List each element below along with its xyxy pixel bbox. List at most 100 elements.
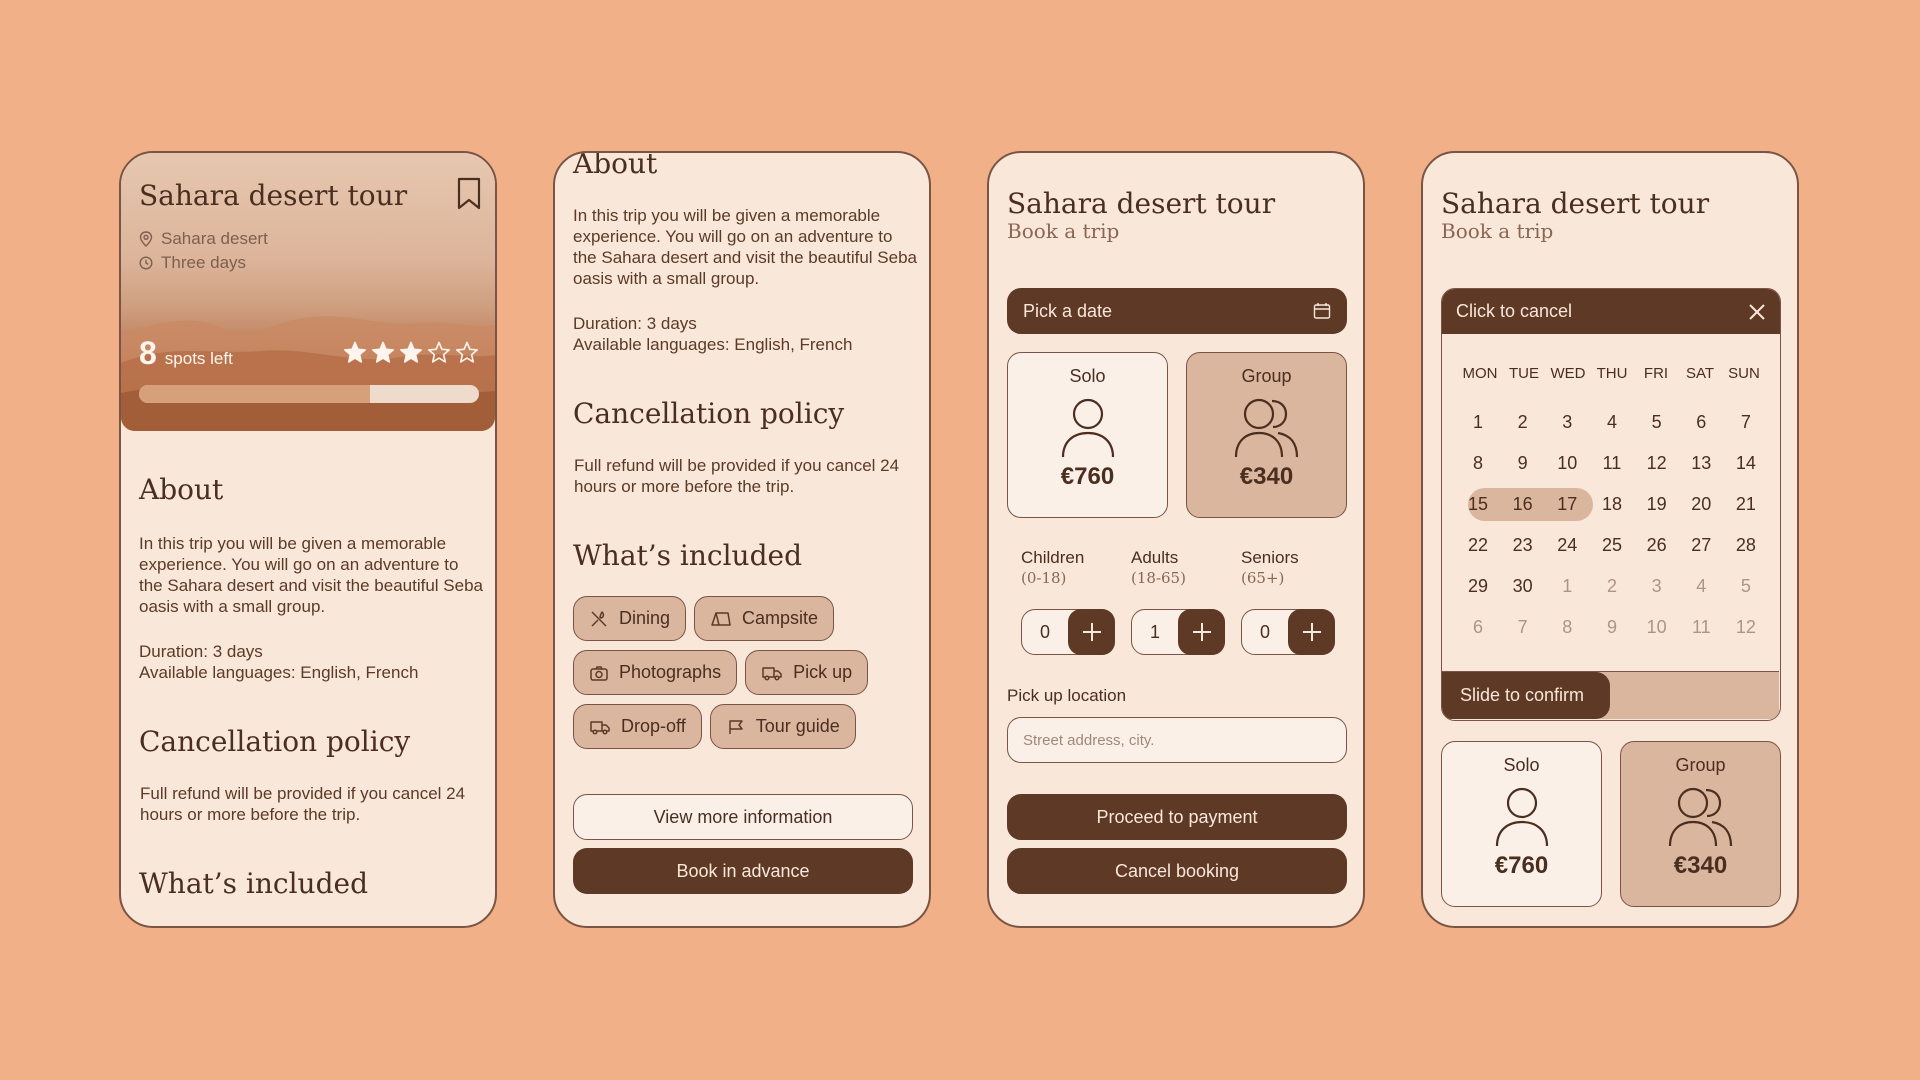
calendar-day-outside[interactable]: 2: [1592, 576, 1632, 597]
adults-stepper[interactable]: 1: [1131, 609, 1225, 655]
chip-photographs[interactable]: Photographs: [573, 650, 738, 695]
calendar-day[interactable]: 17: [1547, 494, 1587, 515]
calendar-day[interactable]: 18: [1592, 494, 1632, 515]
chip-dining[interactable]: Dining: [573, 596, 687, 641]
chip-pick-up[interactable]: Pick up: [745, 650, 869, 695]
slide-knob[interactable]: Slide to confirm: [1442, 672, 1610, 719]
slide-to-confirm[interactable]: Slide to confirm: [1442, 671, 1779, 719]
children-stepper[interactable]: 0: [1021, 609, 1115, 655]
pick-date-button[interactable]: Pick a date: [1007, 288, 1347, 334]
tour-info-screen: About In this trip you will be given a m…: [553, 151, 931, 928]
calendar-day[interactable]: 27: [1681, 535, 1721, 556]
close-icon[interactable]: [1748, 303, 1766, 321]
calendar-day[interactable]: 1: [1458, 412, 1498, 433]
date-picker: Click to cancel MON TUE WED THU FRI SAT …: [1441, 288, 1781, 721]
calendar-day[interactable]: 25: [1592, 535, 1632, 556]
chip-label: Photographs: [619, 662, 722, 682]
calendar-day[interactable]: 5: [1637, 412, 1677, 433]
calendar-week: 29 30 1 2 3 4 5: [1458, 566, 1766, 607]
calendar-day-outside[interactable]: 1: [1547, 576, 1587, 597]
calendar-day[interactable]: 20: [1681, 494, 1721, 515]
calendar-day[interactable]: 6: [1681, 412, 1721, 433]
plus-icon[interactable]: [1068, 609, 1115, 655]
star-filled-icon: [400, 341, 422, 363]
spots-progress-bar: [139, 385, 479, 403]
cancellation-text: Full refund will be provided if you canc…: [574, 456, 900, 496]
calendar-day[interactable]: 3: [1547, 412, 1587, 433]
calendar-day[interactable]: 29: [1458, 576, 1498, 597]
calendar-day[interactable]: 9: [1503, 453, 1543, 474]
pick-date-label: Pick a date: [1023, 300, 1113, 321]
solo-option[interactable]: Solo €760: [1007, 352, 1168, 518]
calendar-day-outside[interactable]: 11: [1681, 617, 1721, 638]
calendar-week: 6 7 8 9 10 11 12: [1458, 607, 1766, 648]
calendar-day-outside[interactable]: 12: [1726, 617, 1766, 638]
solo-option[interactable]: Solo €760: [1441, 741, 1602, 907]
calendar-day-outside[interactable]: 4: [1681, 576, 1721, 597]
calendar-day[interactable]: 10: [1547, 453, 1587, 474]
included-title: What’s included: [573, 539, 803, 572]
clock-icon: [139, 256, 153, 270]
view-more-button[interactable]: View more information: [573, 794, 913, 840]
pickup-input[interactable]: [1007, 717, 1347, 763]
group-option[interactable]: Group €340: [1620, 741, 1781, 907]
weekday-label: TUE: [1509, 365, 1539, 382]
calendar-day[interactable]: 28: [1726, 535, 1766, 556]
calendar-day[interactable]: 2: [1503, 412, 1543, 433]
calendar-header[interactable]: Click to cancel: [1442, 289, 1780, 334]
calendar-day[interactable]: 12: [1637, 453, 1677, 474]
calendar-day[interactable]: 19: [1637, 494, 1677, 515]
calendar-day[interactable]: 4: [1592, 412, 1632, 433]
chip-campsite[interactable]: Campsite: [694, 596, 835, 641]
camera-icon: [590, 665, 608, 681]
group-price: €340: [1673, 852, 1728, 879]
spots-left: 8 spots left: [139, 335, 233, 372]
star-empty-icon: [428, 341, 450, 363]
calendar-week: 22 23 24 25 26 27 28: [1458, 525, 1766, 566]
chip-tour-guide[interactable]: Tour guide: [709, 704, 856, 749]
cancel-booking-button[interactable]: Cancel booking: [1007, 848, 1347, 894]
calendar-day-outside[interactable]: 5: [1726, 576, 1766, 597]
weekday-header: MON TUE WED THU FRI SAT SUN: [1442, 365, 1780, 382]
click-to-cancel-label: Click to cancel: [1456, 301, 1573, 321]
weekday-label: SUN: [1728, 365, 1760, 382]
star-filled-icon: [372, 341, 394, 363]
calendar-day-outside[interactable]: 10: [1637, 617, 1677, 638]
pickup-label: Pick up location: [1007, 686, 1127, 705]
calendar-day-outside[interactable]: 6: [1458, 617, 1498, 638]
seniors-stepper[interactable]: 0: [1241, 609, 1335, 655]
truck-icon: [590, 720, 610, 735]
group-option[interactable]: Group €340: [1186, 352, 1347, 518]
group-icon: [1234, 398, 1298, 458]
chip-label: Campsite: [742, 608, 819, 628]
calendar-day[interactable]: 13: [1681, 453, 1721, 474]
calendar-day[interactable]: 15: [1458, 494, 1498, 515]
cancellation-title: Cancellation policy: [139, 725, 411, 758]
calendar-day-outside[interactable]: 3: [1637, 576, 1677, 597]
weekday-label: FRI: [1643, 365, 1669, 382]
book-advance-button[interactable]: Book in advance: [573, 848, 913, 894]
plus-icon[interactable]: [1288, 609, 1335, 655]
calendar-day[interactable]: 14: [1726, 453, 1766, 474]
calendar-day[interactable]: 30: [1503, 576, 1543, 597]
calendar-week: 8 9 10 11 12 13 14: [1458, 443, 1766, 484]
calendar-day[interactable]: 24: [1547, 535, 1587, 556]
chip-drop-off[interactable]: Drop-off: [573, 704, 702, 749]
calendar-week: 15 16 17 18 19 20 21: [1458, 484, 1766, 525]
bookmark-icon[interactable]: [456, 177, 482, 216]
calendar-day[interactable]: 22: [1458, 535, 1498, 556]
calendar-day-outside[interactable]: 8: [1547, 617, 1587, 638]
calendar-day[interactable]: 7: [1726, 412, 1766, 433]
calendar-day[interactable]: 26: [1637, 535, 1677, 556]
calendar-day[interactable]: 8: [1458, 453, 1498, 474]
calendar-day[interactable]: 23: [1503, 535, 1543, 556]
flag-icon: [728, 719, 743, 734]
calendar-day[interactable]: 16: [1503, 494, 1543, 515]
calendar-day-outside[interactable]: 7: [1503, 617, 1543, 638]
calendar-day[interactable]: 11: [1592, 453, 1632, 474]
proceed-payment-button[interactable]: Proceed to payment: [1007, 794, 1347, 840]
calendar-day-outside[interactable]: 9: [1592, 617, 1632, 638]
spots-progress-fill: [139, 385, 371, 403]
calendar-day[interactable]: 21: [1726, 494, 1766, 515]
plus-icon[interactable]: [1178, 609, 1225, 655]
